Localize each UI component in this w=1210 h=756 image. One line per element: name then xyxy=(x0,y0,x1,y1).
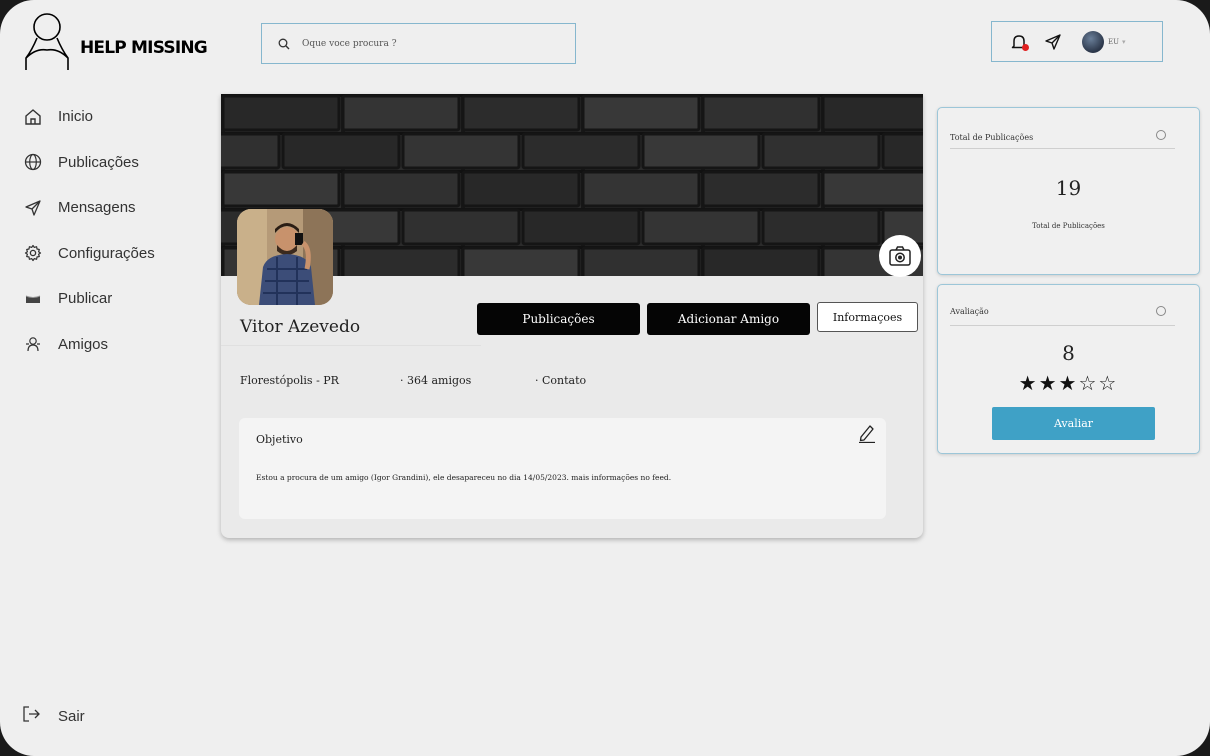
search-bar[interactable] xyxy=(261,23,576,64)
contact-link[interactable]: · Contato xyxy=(535,374,586,387)
profile-name: Vitor Azevedo xyxy=(240,317,361,337)
sidebar-item-inicio[interactable]: Inicio xyxy=(22,94,155,140)
info-icon[interactable] xyxy=(1156,306,1166,316)
chevron-down-icon: ▾ xyxy=(1122,38,1126,46)
info-icon[interactable] xyxy=(1156,130,1166,140)
divider xyxy=(950,325,1175,326)
card-title: Avaliação xyxy=(950,307,989,316)
globe-icon xyxy=(22,151,44,173)
rating-stars: ★★★☆☆ xyxy=(1018,373,1119,395)
rate-button[interactable]: Avaliar xyxy=(992,407,1155,440)
sidebar-item-label: Inicio xyxy=(58,108,94,126)
divider xyxy=(950,148,1175,149)
logo-person-icon xyxy=(25,13,69,70)
objective-title: Objetivo xyxy=(256,433,303,446)
logout-button[interactable]: Sair xyxy=(22,705,85,727)
add-friend-button[interactable]: Adicionar Amigo xyxy=(647,303,810,335)
total-posts-caption: Total de Publicações xyxy=(1032,222,1105,230)
tray-icon xyxy=(22,288,44,310)
objective-panel: Objetivo Estou a procura de um amigo (Ig… xyxy=(239,418,886,519)
logout-icon xyxy=(22,705,44,727)
card-title: Total de Publicações xyxy=(950,133,1034,142)
pencil-icon xyxy=(859,425,875,444)
change-cover-button[interactable] xyxy=(879,235,921,277)
sidebar-item-label: Configurações xyxy=(58,244,155,262)
posts-button[interactable]: Publicações xyxy=(477,303,640,335)
topbar-actions: EU ▾ xyxy=(991,21,1163,62)
sidebar-item-publicacoes[interactable]: Publicações xyxy=(22,140,155,186)
send-icon xyxy=(22,197,44,219)
send-icon xyxy=(1045,33,1061,50)
app-frame: HELP MISSING Inicio Publicações Mensagen… xyxy=(0,0,1210,756)
sidebar-item-configuracoes[interactable]: Configurações xyxy=(22,231,155,277)
user-menu[interactable]: EU ▾ xyxy=(1082,30,1126,53)
user-label: EU xyxy=(1108,37,1120,46)
logout-label: Sair xyxy=(58,707,85,725)
search-icon xyxy=(278,38,290,50)
home-icon xyxy=(22,106,44,128)
info-button[interactable]: Informaçoes xyxy=(817,302,918,332)
app-name: HELP MISSING xyxy=(80,38,208,58)
sidebar-item-publicar[interactable]: Publicar xyxy=(22,276,155,322)
messages-button[interactable] xyxy=(1042,31,1064,53)
friends-icon xyxy=(22,333,44,355)
divider xyxy=(221,345,481,346)
avatar xyxy=(1082,30,1104,53)
rating-card: Avaliação 8 ★★★☆☆ Avaliar xyxy=(937,284,1200,454)
sidebar-item-label: Mensagens xyxy=(58,199,136,217)
sidebar-item-label: Publicações xyxy=(58,153,139,171)
profile-photo xyxy=(237,209,333,305)
sidebar-item-amigos[interactable]: Amigos xyxy=(22,322,155,368)
sidebar-nav: Inicio Publicações Mensagens Configuraçõ… xyxy=(22,94,155,367)
sidebar-item-label: Publicar xyxy=(58,290,113,308)
profile-location: Florestópolis - PR xyxy=(240,374,339,387)
gear-icon xyxy=(22,242,44,264)
total-posts-value: 19 xyxy=(1055,176,1082,200)
notifications-button[interactable] xyxy=(1008,31,1030,53)
search-input[interactable] xyxy=(300,37,554,50)
sidebar-item-label: Amigos xyxy=(58,335,109,353)
sidebar-item-mensagens[interactable]: Mensagens xyxy=(22,185,155,231)
rating-value: 8 xyxy=(1062,341,1075,365)
friends-count-link[interactable]: · 364 amigos xyxy=(400,374,471,387)
edit-objective-button[interactable] xyxy=(858,423,876,448)
total-posts-card: Total de Publicações 19 Total de Publica… xyxy=(937,107,1200,275)
notification-dot xyxy=(1022,43,1029,51)
camera-icon xyxy=(889,246,911,266)
objective-text: Estou a procura de um amigo (Igor Grandi… xyxy=(256,473,672,482)
logo: HELP MISSING xyxy=(24,10,214,74)
